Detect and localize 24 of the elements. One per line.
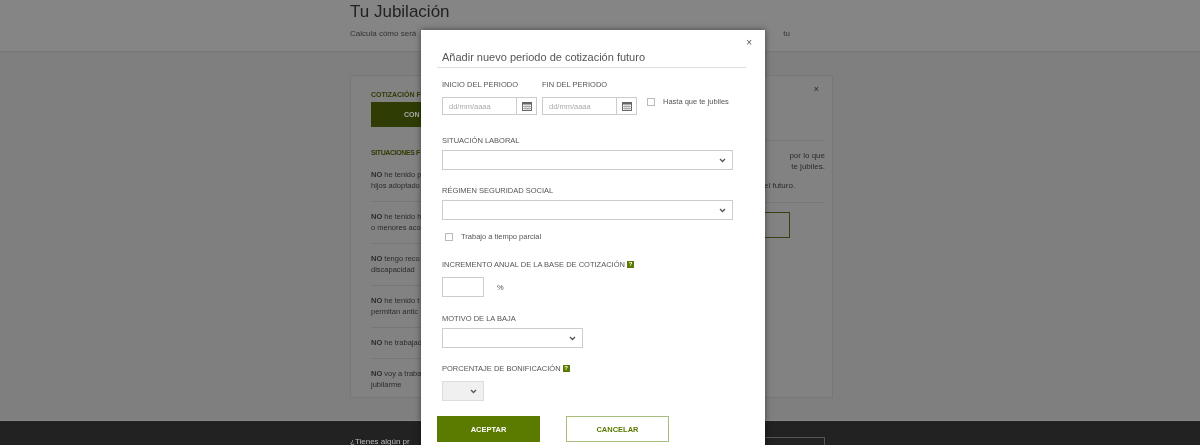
outlined-button[interactable] (764, 212, 790, 238)
info-text: por lo que (788, 150, 825, 161)
page-subtitle: Calcula cómo será (350, 29, 417, 38)
select-field[interactable] (442, 200, 733, 220)
chevron-down-icon (719, 207, 726, 213)
calendar-icon (521, 101, 532, 111)
percent-input[interactable] (442, 277, 484, 297)
info-text: te jubiles. (790, 161, 825, 172)
select-field[interactable] (442, 328, 583, 348)
chevron-down-icon (470, 388, 477, 394)
footer-text: ¿Tienes algún pr (350, 437, 410, 445)
select-field[interactable] (442, 150, 733, 170)
checkbox[interactable] (647, 97, 655, 106)
calendar-button[interactable] (616, 97, 637, 115)
calendar-icon (621, 101, 632, 111)
chevron-down-icon (569, 335, 576, 341)
close-button[interactable]: × (813, 84, 819, 94)
close-button[interactable]: × (746, 37, 752, 48)
checkbox[interactable] (445, 232, 453, 241)
page-title: Tu Jubilación (350, 1, 451, 22)
modal-title: Añadir nuevo periodo de cotización futuro (442, 50, 647, 64)
chevron-down-icon (719, 157, 726, 163)
calendar-button[interactable] (516, 97, 537, 115)
page-subtitle: tu (783, 29, 790, 38)
